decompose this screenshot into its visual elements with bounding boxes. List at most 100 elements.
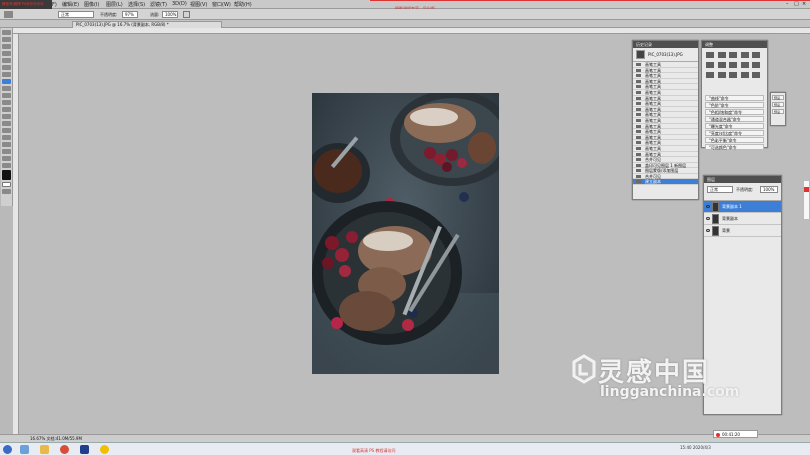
flow-field[interactable]: 100% bbox=[162, 11, 178, 18]
adjustment-preset-item[interactable]: "色相/饱和度"命令 bbox=[705, 109, 764, 115]
menu-view[interactable]: 视图(V) bbox=[190, 1, 207, 8]
opacity-field[interactable]: 97% bbox=[122, 11, 138, 18]
brightness-icon[interactable] bbox=[706, 52, 714, 58]
zoom-tool-icon[interactable] bbox=[2, 163, 11, 168]
invert-icon[interactable] bbox=[706, 72, 714, 78]
exposure-icon[interactable] bbox=[740, 52, 749, 58]
side-dock-tab[interactable] bbox=[803, 180, 810, 220]
chrome-icon[interactable] bbox=[60, 445, 69, 454]
layers-controls: 正常 不透明度: 100% bbox=[704, 183, 781, 201]
document-tab[interactable]: PIC_0703(13).JPG @ 16.7% (背景副本, RGB/8) * bbox=[72, 21, 222, 28]
layer-row[interactable]: 背景副本 bbox=[704, 213, 781, 225]
curves-icon[interactable] bbox=[729, 52, 738, 58]
menu-edit[interactable]: 编辑(E) bbox=[62, 1, 79, 8]
photoshop-window: 文件(F) 编辑(E) 图像(I) 图层(L) 选择(S) 滤镜(T) 3D(D… bbox=[0, 0, 810, 455]
dodge-tool-icon[interactable] bbox=[2, 121, 11, 126]
vibrance-icon[interactable] bbox=[752, 52, 761, 58]
swatch-item[interactable]: 预设 bbox=[772, 95, 784, 100]
hand-tool-icon[interactable] bbox=[2, 156, 11, 161]
background-color-swatch[interactable] bbox=[2, 182, 11, 187]
magic-wand-tool-icon[interactable] bbox=[2, 51, 11, 56]
crop-tool-icon[interactable] bbox=[2, 58, 11, 63]
adjustment-preset-item[interactable]: "可选颜色"命令 bbox=[705, 144, 764, 150]
menu-help[interactable]: 帮助(H) bbox=[234, 1, 252, 8]
type-tool-icon[interactable] bbox=[2, 135, 11, 140]
history-brush-tool-icon[interactable] bbox=[2, 93, 11, 98]
brush-preset-icon[interactable] bbox=[4, 11, 13, 18]
brush-tool-icon[interactable] bbox=[2, 79, 11, 84]
minimize-icon[interactable]: – bbox=[786, 1, 789, 7]
brush-history-icon bbox=[636, 63, 641, 66]
blend-mode-select[interactable]: 正常 bbox=[707, 186, 733, 193]
app-icon[interactable] bbox=[100, 445, 109, 454]
eraser-tool-icon[interactable] bbox=[2, 100, 11, 105]
pen-tool-icon[interactable] bbox=[2, 128, 11, 133]
posterize-icon[interactable] bbox=[717, 72, 726, 78]
adjustment-preset-item[interactable]: "曝光度"命令 bbox=[705, 123, 764, 129]
tray-time: 15:40 bbox=[680, 445, 692, 450]
lasso-tool-icon[interactable] bbox=[2, 44, 11, 49]
menu-layer[interactable]: 图层(L) bbox=[106, 1, 123, 8]
path-select-tool-icon[interactable] bbox=[2, 142, 11, 147]
history-item[interactable]: 建立副本 bbox=[633, 179, 698, 186]
gradient-map-icon[interactable] bbox=[740, 72, 749, 78]
layers-panel-title[interactable]: 图层 bbox=[704, 176, 781, 183]
marquee-tool-icon[interactable] bbox=[2, 37, 11, 42]
visibility-eye-icon[interactable] bbox=[706, 217, 710, 220]
foreground-color-swatch[interactable] bbox=[2, 170, 11, 180]
photoshop-icon[interactable] bbox=[80, 445, 89, 454]
window-controls: – □ × bbox=[690, 1, 808, 8]
folder-icon[interactable] bbox=[40, 445, 49, 454]
adjustment-preset-item[interactable]: "亮度/对比度"命令 bbox=[705, 130, 764, 136]
adjustment-preset-item[interactable]: "色阶"命令 bbox=[705, 102, 764, 108]
close-icon[interactable]: × bbox=[802, 1, 806, 7]
status-bar: 16.67% 文档:41.0M/55.9M bbox=[0, 434, 810, 442]
menu-3d[interactable]: 3D(D) bbox=[172, 1, 187, 7]
quick-mask-icon[interactable] bbox=[2, 189, 11, 194]
swatch-item[interactable]: 预设 bbox=[772, 109, 784, 114]
move-tool-icon[interactable] bbox=[2, 30, 11, 35]
selective-color-icon[interactable] bbox=[752, 72, 761, 78]
black-white-icon[interactable] bbox=[729, 62, 738, 68]
adjustment-preset-item[interactable]: "曲线"命令 bbox=[705, 95, 764, 101]
visibility-eye-icon[interactable] bbox=[706, 229, 710, 232]
menu-select[interactable]: 选择(S) bbox=[128, 1, 145, 8]
photo-filter-icon[interactable] bbox=[740, 62, 749, 68]
adjustment-preset-item[interactable]: "通道混合器"命令 bbox=[705, 116, 764, 122]
menu-filter[interactable]: 滤镜(T) bbox=[150, 1, 167, 8]
layer-name: 背景 bbox=[722, 228, 730, 233]
swatch-item[interactable]: 预设 bbox=[772, 102, 784, 107]
history-snapshot[interactable]: PIC_0703(13).JPG bbox=[633, 48, 698, 62]
document-image[interactable] bbox=[312, 93, 499, 374]
layer-row[interactable]: 背景副本 1 bbox=[704, 201, 781, 213]
stamp-tool-icon[interactable] bbox=[2, 86, 11, 91]
history-item-label: 画笔工具 bbox=[645, 151, 661, 157]
menu-image[interactable]: 图像(I) bbox=[84, 1, 99, 8]
explorer-icon[interactable] bbox=[20, 445, 29, 454]
history-item-label: 画笔工具 bbox=[645, 134, 661, 140]
levels-icon[interactable] bbox=[717, 52, 726, 58]
start-icon[interactable] bbox=[3, 445, 12, 454]
history-panel-title[interactable]: 历史记录 bbox=[633, 41, 698, 48]
visibility-eye-icon[interactable] bbox=[706, 205, 710, 208]
threshold-icon[interactable] bbox=[729, 72, 738, 78]
blur-tool-icon[interactable] bbox=[2, 114, 11, 119]
adjustments-panel: 调整 "曲线"命令 "色阶"命令 "色相/饱和度"命令 "通道混合器"命令 "曝光度"命… bbox=[701, 40, 768, 150]
gradient-tool-icon[interactable] bbox=[2, 107, 11, 112]
channel-mixer-icon[interactable] bbox=[752, 62, 761, 68]
layer-row[interactable]: 背景 bbox=[704, 225, 781, 237]
maximize-icon[interactable]: □ bbox=[794, 1, 799, 7]
menu-window[interactable]: 窗口(W) bbox=[212, 1, 231, 8]
mode-select[interactable]: 正常 bbox=[58, 11, 94, 18]
adjustment-preset-item[interactable]: "色彩平衡"命令 bbox=[705, 137, 764, 143]
layer-opacity-field[interactable]: 100% bbox=[760, 186, 778, 193]
airbrush-icon[interactable] bbox=[183, 11, 190, 18]
recorder-widget[interactable]: 00:41:20 bbox=[713, 430, 758, 438]
brush-history-icon bbox=[636, 102, 641, 106]
shape-tool-icon[interactable] bbox=[2, 149, 11, 154]
healing-tool-icon[interactable] bbox=[2, 72, 11, 77]
adjustments-panel-title[interactable]: 调整 bbox=[702, 41, 767, 48]
color-balance-icon[interactable] bbox=[717, 62, 726, 68]
hue-saturation-icon[interactable] bbox=[706, 62, 714, 68]
eyedropper-tool-icon[interactable] bbox=[2, 65, 11, 70]
